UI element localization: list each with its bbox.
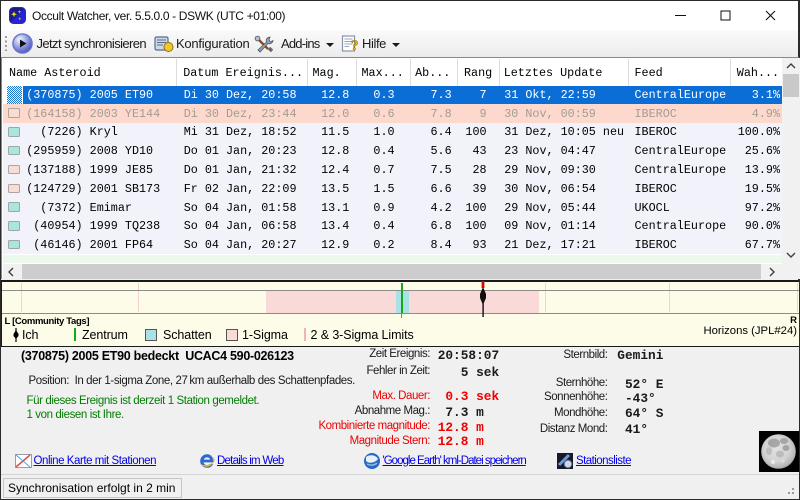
- svg-text:?: ?: [351, 38, 359, 54]
